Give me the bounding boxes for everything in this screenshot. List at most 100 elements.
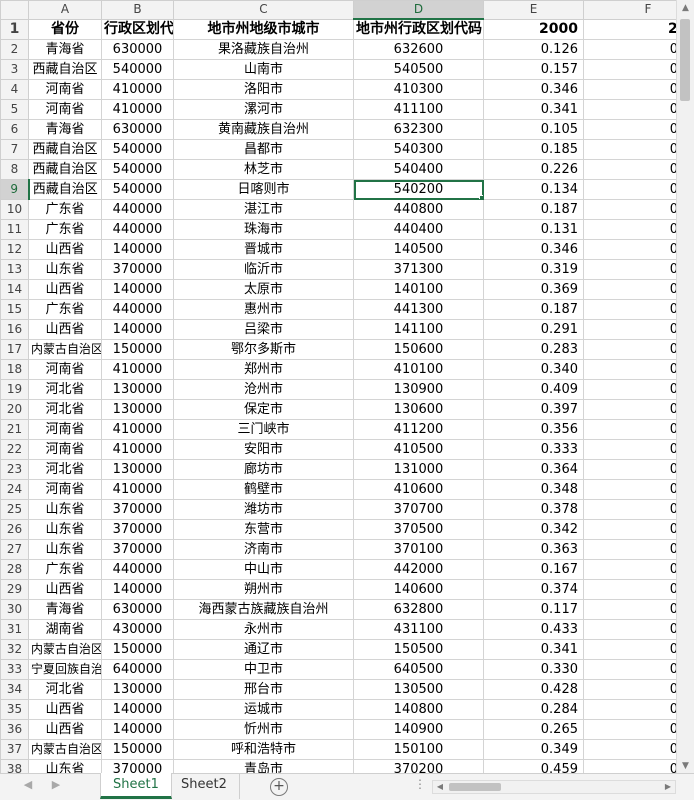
add-sheet-icon[interactable]: + [270, 778, 288, 796]
cell-e[interactable]: 0.134 [483, 179, 584, 200]
cell-b[interactable]: 140000 [101, 239, 174, 260]
cell-e[interactable]: 0.341 [483, 99, 584, 120]
cell-e[interactable]: 0.356 [483, 419, 584, 440]
cell-c[interactable]: 郑州市 [173, 359, 354, 380]
cell-c[interactable]: 中山市 [173, 559, 354, 580]
cell-b[interactable]: 540000 [101, 159, 174, 180]
cell-a[interactable]: 山西省 [28, 699, 102, 720]
cell-c[interactable]: 惠州市 [173, 299, 354, 320]
row-header[interactable]: 19 [0, 379, 29, 400]
cell-d[interactable]: 371300 [353, 259, 484, 280]
cell-b[interactable]: 410000 [101, 99, 174, 120]
cell-e[interactable]: 2000 [483, 18, 584, 40]
cell-c[interactable]: 朔州市 [173, 579, 354, 600]
cell-b[interactable]: 640000 [101, 659, 174, 680]
cell-c[interactable]: 山南市 [173, 59, 354, 80]
cell-e[interactable]: 0.397 [483, 399, 584, 420]
cell-c[interactable]: 洛阳市 [173, 79, 354, 100]
cell-a[interactable]: 宁夏回族自治区 [28, 659, 102, 680]
select-all-corner[interactable] [0, 0, 29, 20]
cell-b[interactable]: 540000 [101, 139, 174, 160]
cell-e[interactable]: 0.284 [483, 699, 584, 720]
row-header[interactable]: 28 [0, 559, 29, 580]
cell-e[interactable]: 0.341 [483, 639, 584, 660]
cell-c[interactable]: 太原市 [173, 279, 354, 300]
cell-a[interactable]: 广东省 [28, 299, 102, 320]
cell-e[interactable]: 0.340 [483, 359, 584, 380]
cell-e[interactable]: 0.167 [483, 559, 584, 580]
cell-c[interactable]: 鹤壁市 [173, 479, 354, 500]
cell-a[interactable]: 河南省 [28, 99, 102, 120]
row-header[interactable]: 21 [0, 419, 29, 440]
cell-c[interactable]: 鄂尔多斯市 [173, 339, 354, 360]
cell-b[interactable]: 410000 [101, 359, 174, 380]
cell-d[interactable]: 632600 [353, 39, 484, 60]
cell-d[interactable]: 130500 [353, 679, 484, 700]
active-cell[interactable]: 540200 [353, 179, 484, 200]
cell-e[interactable]: 0.291 [483, 319, 584, 340]
row-header[interactable]: 5 [0, 99, 29, 120]
cell-e[interactable]: 0.374 [483, 579, 584, 600]
cell-b[interactable]: 130000 [101, 679, 174, 700]
cell-b[interactable]: 140000 [101, 699, 174, 720]
cell-e[interactable]: 0.346 [483, 239, 584, 260]
cell-c[interactable]: 漯河市 [173, 99, 354, 120]
row-header[interactable]: 18 [0, 359, 29, 380]
row-header[interactable]: 1 [0, 18, 29, 40]
cell-a[interactable]: 山西省 [28, 239, 102, 260]
cell-a[interactable]: 山东省 [28, 499, 102, 520]
row-header[interactable]: 6 [0, 119, 29, 140]
row-header[interactable]: 30 [0, 599, 29, 620]
cell-a[interactable]: 山西省 [28, 719, 102, 740]
cell-b[interactable]: 540000 [101, 179, 174, 200]
cell-d[interactable]: 150100 [353, 739, 484, 760]
cell-a[interactable]: 河南省 [28, 439, 102, 460]
cell-d[interactable]: 410600 [353, 479, 484, 500]
cell-c[interactable]: 沧州市 [173, 379, 354, 400]
cell-b[interactable]: 140000 [101, 719, 174, 740]
cell-a[interactable]: 河南省 [28, 479, 102, 500]
cell-b[interactable]: 540000 [101, 59, 174, 80]
cell-a[interactable]: 西藏自治区 [28, 159, 102, 180]
row-header[interactable]: 14 [0, 279, 29, 300]
cell-c[interactable]: 珠海市 [173, 219, 354, 240]
cell-c[interactable]: 忻州市 [173, 719, 354, 740]
cell-d[interactable]: 370100 [353, 539, 484, 560]
cell-b[interactable]: 行政区划代 [101, 18, 174, 40]
row-header[interactable]: 23 [0, 459, 29, 480]
cell-b[interactable]: 370000 [101, 539, 174, 560]
row-header[interactable]: 9 [0, 179, 30, 200]
cell-d[interactable]: 411200 [353, 419, 484, 440]
cell-d[interactable]: 410100 [353, 359, 484, 380]
cell-e[interactable]: 0.349 [483, 739, 584, 760]
cell-b[interactable]: 410000 [101, 439, 174, 460]
cell-d[interactable]: 440400 [353, 219, 484, 240]
cell-c[interactable]: 三门峡市 [173, 419, 354, 440]
scroll-up-icon[interactable]: ▲ [677, 0, 694, 17]
cell-b[interactable]: 440000 [101, 559, 174, 580]
cell-d[interactable]: 140800 [353, 699, 484, 720]
cell-c[interactable]: 晋城市 [173, 239, 354, 260]
cell-c[interactable]: 东营市 [173, 519, 354, 540]
row-header[interactable]: 24 [0, 479, 29, 500]
cell-a[interactable]: 内蒙古自治区 [28, 339, 102, 360]
cell-b[interactable]: 440000 [101, 299, 174, 320]
cell-a[interactable]: 广东省 [28, 219, 102, 240]
cell-d[interactable]: 150600 [353, 339, 484, 360]
row-header[interactable]: 13 [0, 259, 29, 280]
cell-b[interactable]: 150000 [101, 639, 174, 660]
cell-b[interactable]: 410000 [101, 419, 174, 440]
cell-a[interactable]: 山西省 [28, 579, 102, 600]
cell-d[interactable]: 150500 [353, 639, 484, 660]
cell-c[interactable]: 通辽市 [173, 639, 354, 660]
cell-e[interactable]: 0.187 [483, 299, 584, 320]
cell-a[interactable]: 内蒙古自治区 [28, 739, 102, 760]
cell-a[interactable]: 广东省 [28, 559, 102, 580]
cell-c[interactable]: 永州市 [173, 619, 354, 640]
cell-d[interactable]: 130600 [353, 399, 484, 420]
cell-a[interactable]: 内蒙古自治区 [28, 639, 102, 660]
row-header[interactable]: 8 [0, 159, 29, 180]
cell-d[interactable]: 441300 [353, 299, 484, 320]
cell-c[interactable]: 保定市 [173, 399, 354, 420]
cell-e[interactable]: 0.409 [483, 379, 584, 400]
